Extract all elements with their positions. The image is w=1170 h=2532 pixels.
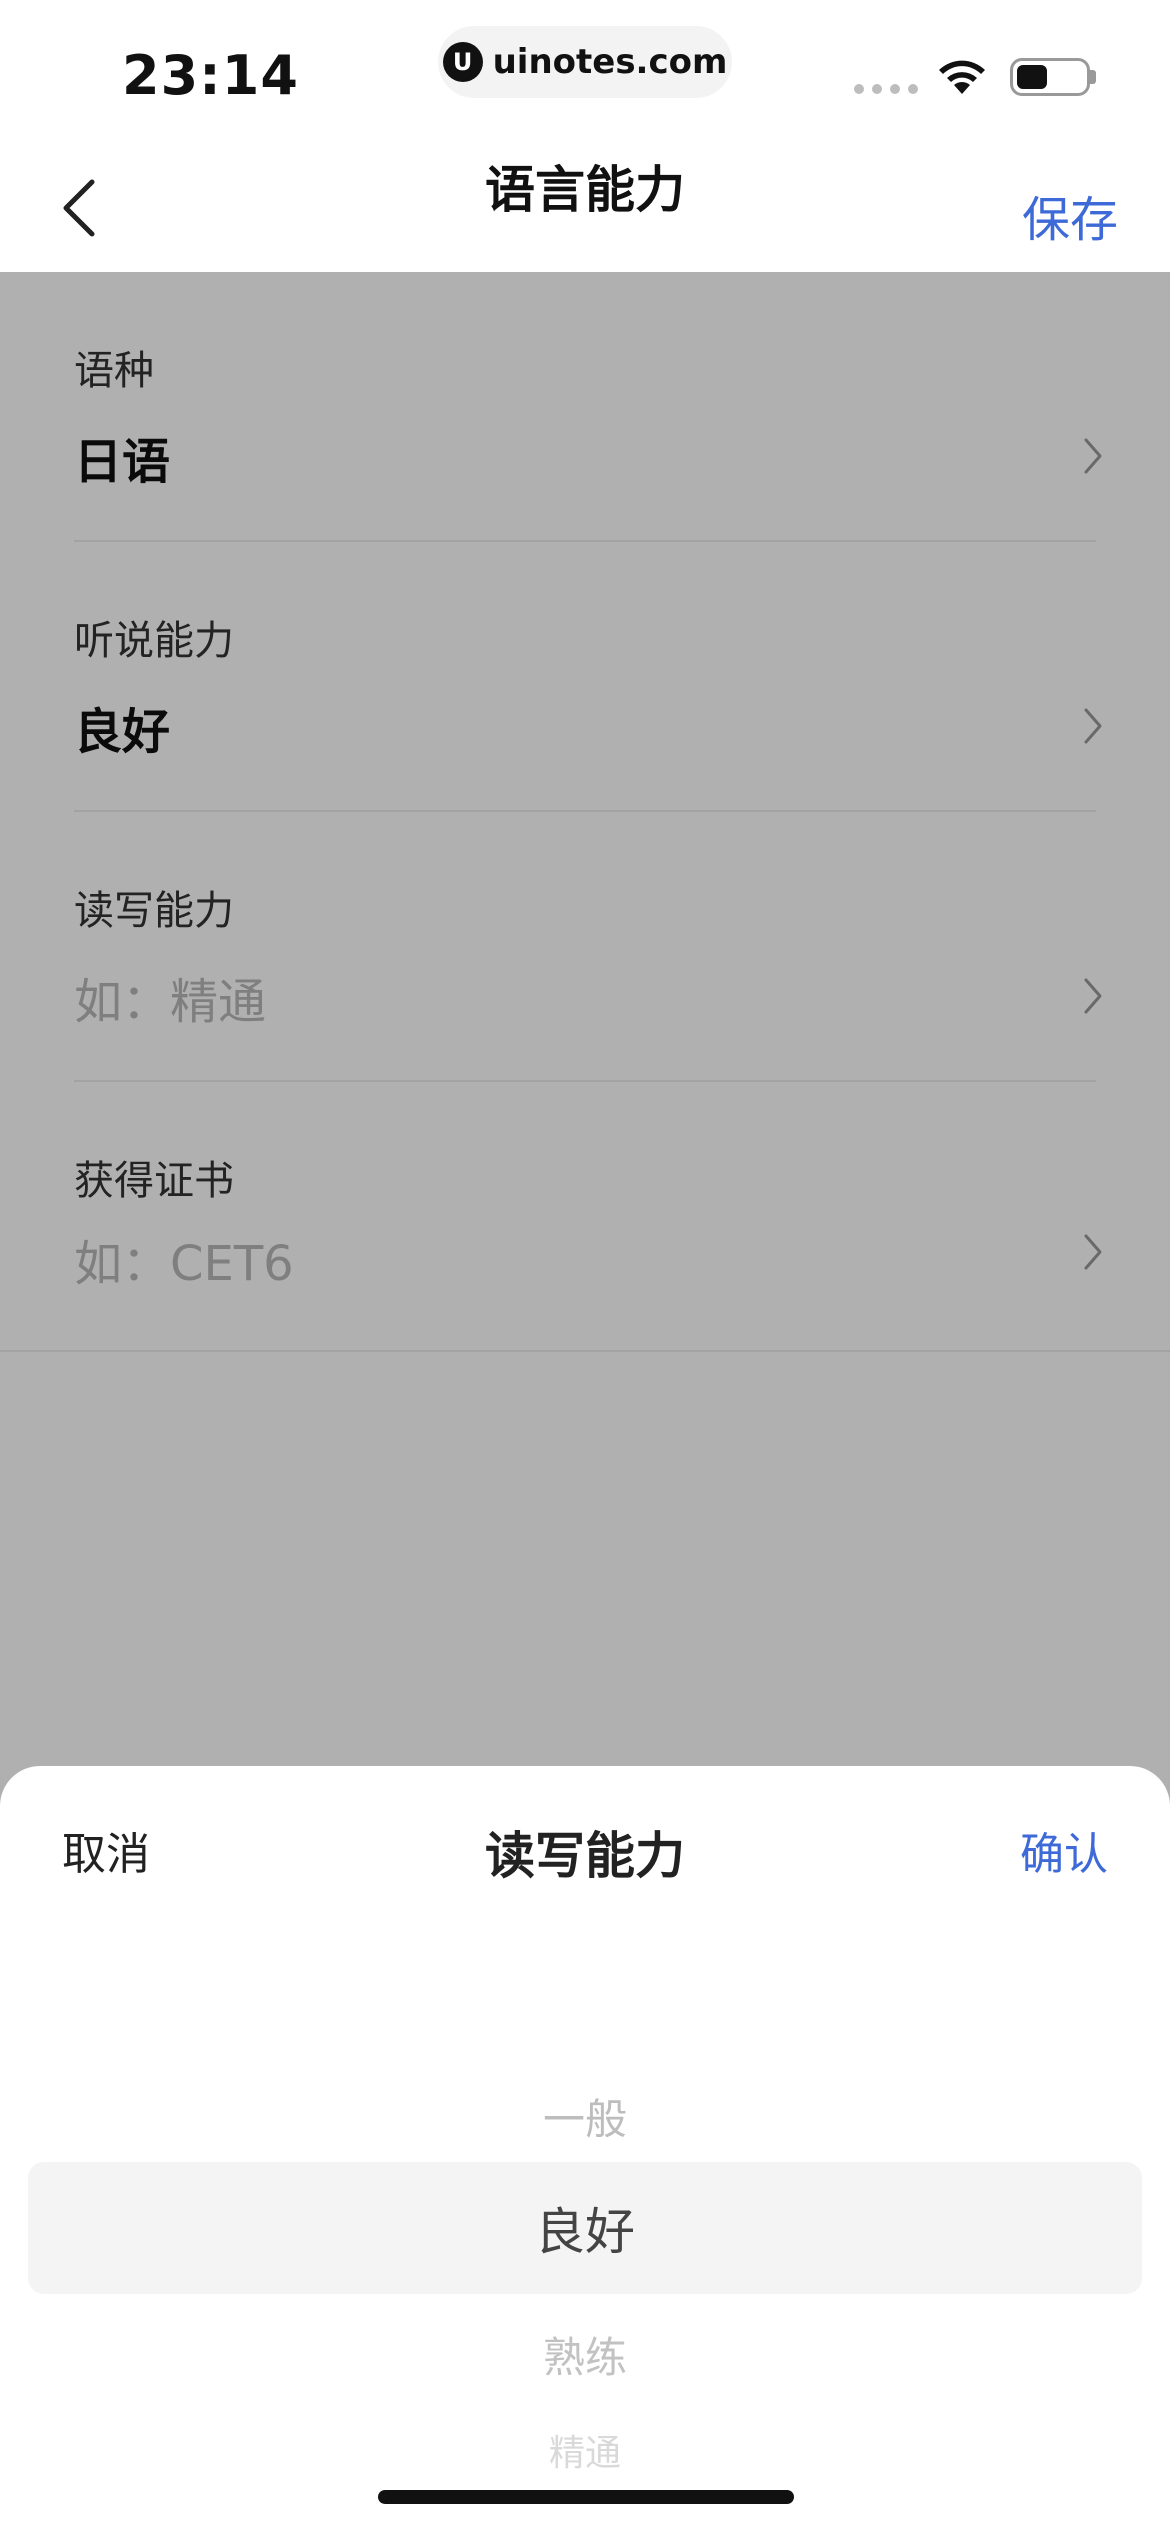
picker-wheel[interactable]: 一般 良好 熟练 精通: [0, 2056, 1170, 2486]
picker-option-selected[interactable]: 良好: [0, 2192, 1170, 2264]
nav-bar: 语言能力 保存: [0, 140, 1170, 272]
confirm-button[interactable]: 确认: [1020, 1818, 1108, 1882]
picker-option[interactable]: 精通: [0, 2424, 1170, 2476]
status-time: 23:14: [122, 44, 299, 107]
picker-option[interactable]: 熟练: [0, 2324, 1170, 2385]
url-pill[interactable]: U uinotes.com: [438, 26, 732, 98]
status-bar: 23:14 U uinotes.com: [0, 0, 1170, 140]
cellular-signal-icon: [854, 84, 918, 94]
picker-option[interactable]: 一般: [0, 2086, 1170, 2147]
site-logo-icon: U: [442, 42, 483, 82]
screen: 23:14 U uinotes.com 语言能力 保存 语种 日语 听说能力 良…: [0, 0, 1170, 2532]
picker-sheet: 取消 读写能力 确认 一般 良好 熟练 精通: [0, 1766, 1170, 2532]
home-indicator[interactable]: [378, 2490, 794, 2504]
sheet-title: 读写能力: [485, 1827, 685, 1885]
wifi-icon: [939, 60, 985, 94]
url-text: uinotes.com: [492, 42, 728, 82]
save-button[interactable]: 保存: [1022, 180, 1118, 250]
battery-icon: [1010, 58, 1090, 96]
battery-cap: [1090, 70, 1096, 84]
page-title: 语言能力: [485, 161, 685, 219]
